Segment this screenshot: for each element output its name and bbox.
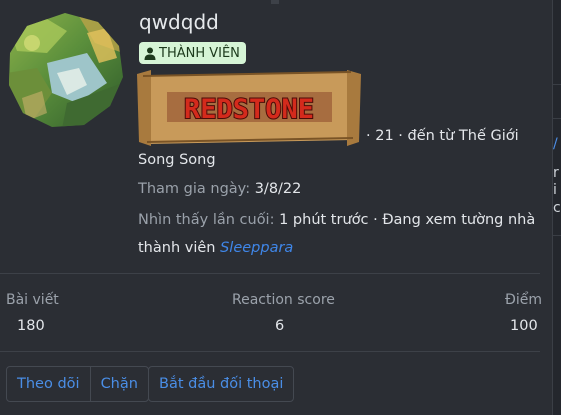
- location-line-2: Song Song: [138, 152, 216, 168]
- joined-value: 3/8/22: [254, 181, 302, 197]
- follow-block-group: Theo dõi Chặn: [6, 366, 149, 402]
- bg-text: c: [553, 200, 561, 216]
- last-seen-value-2: thành viên: [138, 240, 216, 256]
- stat-label-reactions: Reaction score: [232, 292, 335, 308]
- joined-label: Tham gia ngày:: [138, 181, 251, 197]
- block-button[interactable]: Chặn: [89, 367, 148, 401]
- divider: [0, 273, 540, 274]
- bg-text: r: [553, 165, 559, 181]
- user-banner: REDSTONE: [137, 70, 361, 146]
- last-seen-value: 1 phút trước · Đang xem tường nhà: [279, 212, 536, 228]
- user-icon: [144, 47, 156, 60]
- last-seen-row: Nhìn thấy lần cuối: 1 phút trước · Đang …: [138, 208, 535, 232]
- stat-value-posts[interactable]: 180: [17, 318, 45, 334]
- bg-text: /: [553, 136, 558, 152]
- joined-row: Tham gia ngày: 3/8/22: [138, 177, 301, 201]
- stat-value-reactions[interactable]: 6: [275, 318, 284, 334]
- divider: [0, 351, 540, 352]
- last-seen-link[interactable]: Sleeppara: [220, 240, 293, 256]
- last-seen-row-2: thành viên Sleeppara: [138, 236, 293, 260]
- role-badge: THÀNH VIÊN: [139, 42, 246, 64]
- avatar[interactable]: [7, 13, 123, 129]
- role-badge-label: THÀNH VIÊN: [159, 45, 240, 61]
- bg-text: i: [553, 182, 557, 198]
- banner-text: REDSTONE: [184, 94, 314, 125]
- username[interactable]: qwdqdd: [139, 10, 219, 34]
- stat-label-posts: Bài viết: [6, 292, 59, 308]
- tooltip-arrow: [271, 0, 279, 4]
- stat-label-points: Điểm: [505, 292, 542, 308]
- last-seen-label: Nhìn thấy lần cuối:: [138, 212, 275, 228]
- location-line-1: · 21 · đến từ Thế Giới: [366, 128, 519, 144]
- member-tooltip-card: qwdqdd THÀNH VIÊN REDSTONE · 21 · đến từ…: [0, 0, 553, 415]
- start-conversation-button[interactable]: Bắt đầu đối thoại: [148, 366, 295, 402]
- follow-button[interactable]: Theo dõi: [7, 367, 90, 401]
- stat-value-points[interactable]: 100: [510, 318, 538, 334]
